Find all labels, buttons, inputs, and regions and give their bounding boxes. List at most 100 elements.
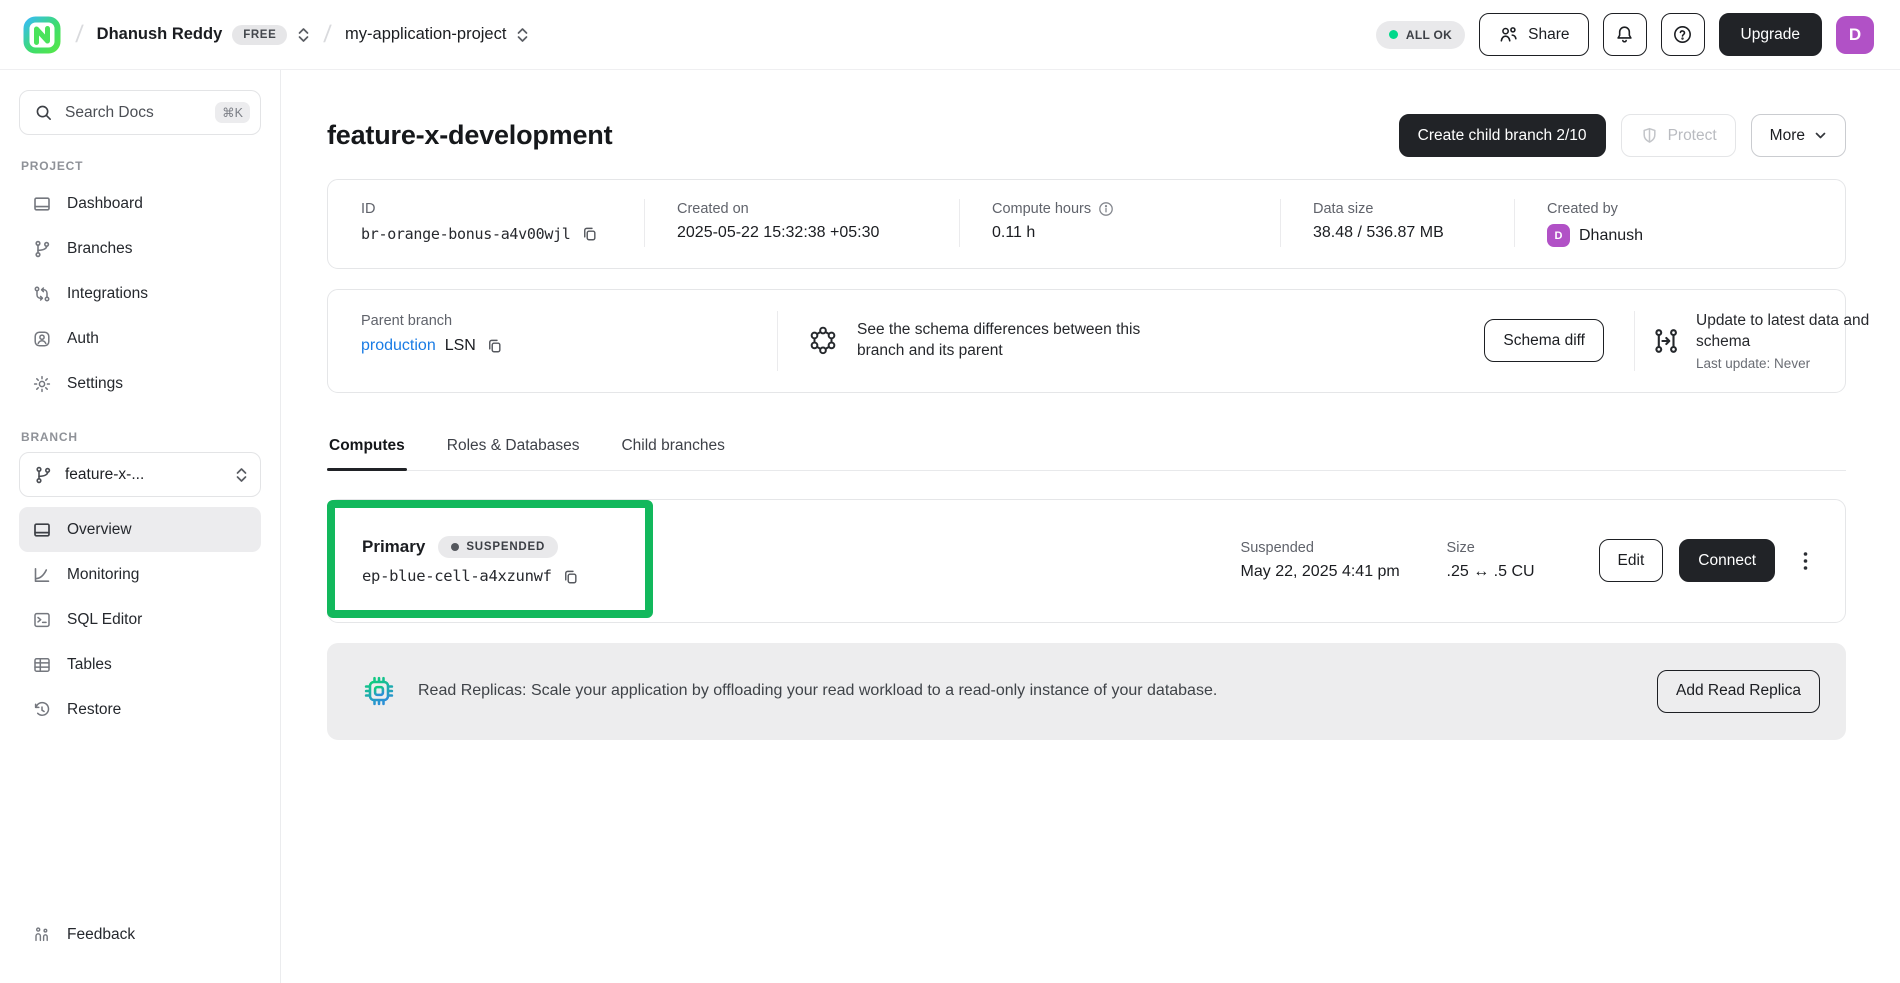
feedback-people-icon xyxy=(32,925,52,945)
status-badge[interactable]: ALL OK xyxy=(1376,21,1465,49)
overview-icon xyxy=(32,520,52,540)
search-shortcut-badge: ⌘K xyxy=(215,102,250,123)
chart-line-icon xyxy=(32,565,52,585)
sidebar-item-branches[interactable]: Branches xyxy=(19,226,261,271)
notifications-button[interactable] xyxy=(1603,13,1647,56)
org-breadcrumb[interactable]: Dhanush Reddy FREE xyxy=(97,25,311,45)
integrations-icon xyxy=(32,284,52,304)
protect-button-label: Protect xyxy=(1668,127,1717,145)
project-name: my-application-project xyxy=(345,25,506,44)
copy-branch-id-button[interactable] xyxy=(580,224,599,243)
suspended-dot xyxy=(451,543,459,551)
upgrade-button-label: Upgrade xyxy=(1741,26,1800,44)
branch-info-card: ID br-orange-bonus-a4v00wjl Created on 2… xyxy=(327,179,1846,269)
parent-branch-link[interactable]: production xyxy=(361,337,436,355)
sidebar-item-label: Feedback xyxy=(67,926,135,944)
sidebar-item-dashboard[interactable]: Dashboard xyxy=(19,181,261,226)
more-button[interactable]: More xyxy=(1751,114,1846,157)
id-label: ID xyxy=(361,201,612,217)
share-button[interactable]: Share xyxy=(1479,13,1588,56)
branch-id-value: br-orange-bonus-a4v00wjl xyxy=(361,225,571,243)
terminal-icon xyxy=(32,610,52,630)
bell-icon xyxy=(1614,24,1635,45)
reset-branch-icon xyxy=(1651,324,1681,358)
branch-selector[interactable]: feature-x-... xyxy=(19,452,261,497)
breadcrumb-divider: / xyxy=(323,21,333,49)
add-read-replica-button[interactable]: Add Read Replica xyxy=(1657,670,1820,713)
compute-menu-button[interactable] xyxy=(1791,541,1819,581)
sidebar-item-auth[interactable]: Auth xyxy=(19,316,261,361)
sidebar-item-sql-editor[interactable]: SQL Editor xyxy=(19,597,261,642)
sidebar-item-restore[interactable]: Restore xyxy=(19,687,261,732)
sidebar-item-feedback[interactable]: Feedback xyxy=(19,912,261,957)
compute-status-badge: SUSPENDED xyxy=(438,536,558,558)
tab-child-branches[interactable]: Child branches xyxy=(619,431,726,470)
sidebar-item-label: Restore xyxy=(67,701,121,719)
update-description: Update to latest data and schema xyxy=(1696,311,1900,353)
sidebar-item-label: Dashboard xyxy=(67,195,143,213)
sidebar-item-integrations[interactable]: Integrations xyxy=(19,271,261,316)
schema-diff-button-label: Schema diff xyxy=(1503,332,1585,350)
edit-compute-button[interactable]: Edit xyxy=(1599,539,1664,582)
help-button[interactable] xyxy=(1661,13,1705,56)
sidebar: Search Docs ⌘K PROJECT Dashboard Branche… xyxy=(0,70,281,983)
add-read-replica-label: Add Read Replica xyxy=(1676,682,1801,700)
more-button-label: More xyxy=(1770,127,1805,145)
data-size-value: 38.48 / 536.87 MB xyxy=(1313,224,1444,242)
main-content: feature-x-development Create child branc… xyxy=(281,70,1900,983)
endpoint-id: ep-blue-cell-a4xzunwf xyxy=(362,567,552,585)
neon-logo-icon[interactable] xyxy=(22,15,62,55)
history-clock-icon xyxy=(32,700,52,720)
read-replica-description: Read Replicas: Scale your application by… xyxy=(418,682,1636,700)
upgrade-button[interactable]: Upgrade xyxy=(1719,13,1822,56)
search-docs-input[interactable]: Search Docs ⌘K xyxy=(19,90,261,135)
create-child-branch-label: Create child branch 2/10 xyxy=(1418,127,1587,145)
created-by-value: Dhanush xyxy=(1579,227,1643,245)
people-icon xyxy=(1498,24,1519,45)
project-breadcrumb[interactable]: my-application-project xyxy=(345,25,529,44)
sidebar-item-label: Branches xyxy=(67,240,132,258)
parent-branch-card: Parent branch production LSN xyxy=(327,289,1846,393)
git-branch-icon xyxy=(33,465,53,485)
top-bar: / Dhanush Reddy FREE / my-application-pr… xyxy=(0,0,1900,70)
compute-hours-value: 0.11 h xyxy=(992,224,1035,242)
created-on-value: 2025-05-22 15:32:38 +05:30 xyxy=(677,224,879,242)
gear-icon xyxy=(32,374,52,394)
sidebar-item-label: Auth xyxy=(67,330,99,348)
cpu-chip-icon xyxy=(361,673,397,709)
user-avatar[interactable]: D xyxy=(1836,16,1874,54)
tab-computes[interactable]: Computes xyxy=(327,431,407,470)
create-child-branch-button[interactable]: Create child branch 2/10 xyxy=(1399,114,1606,157)
protect-button[interactable]: Protect xyxy=(1621,114,1736,157)
sidebar-item-label: Overview xyxy=(67,521,132,539)
sidebar-item-label: Tables xyxy=(67,656,112,674)
sidebar-item-tables[interactable]: Tables xyxy=(19,642,261,687)
sidebar-item-settings[interactable]: Settings xyxy=(19,361,261,406)
size-value: .25 ↔ .5 CU xyxy=(1447,563,1535,581)
sidebar-item-monitoring[interactable]: Monitoring xyxy=(19,552,261,597)
git-branch-icon xyxy=(32,239,52,259)
status-ok-dot xyxy=(1389,30,1398,39)
suspended-value: May 22, 2025 4:41 pm xyxy=(1241,563,1400,581)
compute-hours-label: Compute hours xyxy=(992,201,1091,217)
schema-diff-description: See the schema differences between this … xyxy=(857,320,1162,362)
tab-roles-databases[interactable]: Roles & Databases xyxy=(445,431,582,470)
status-badge-label: ALL OK xyxy=(1406,28,1452,42)
created-by-avatar: D xyxy=(1547,224,1570,247)
branch-selector-value: feature-x-... xyxy=(65,466,144,484)
copy-lsn-button[interactable] xyxy=(485,336,504,355)
copy-endpoint-id-button[interactable] xyxy=(561,567,580,586)
table-grid-icon xyxy=(32,655,52,675)
question-icon xyxy=(1672,24,1693,45)
sidebar-item-label: Monitoring xyxy=(67,566,139,584)
branch-section-label: BRANCH xyxy=(21,430,261,444)
sidebar-item-overview[interactable]: Overview xyxy=(19,507,261,552)
connect-button[interactable]: Connect xyxy=(1679,539,1775,582)
created-by-avatar-initial: D xyxy=(1555,230,1563,242)
connect-button-label: Connect xyxy=(1698,552,1756,570)
info-icon[interactable] xyxy=(1098,201,1114,217)
schema-diff-button[interactable]: Schema diff xyxy=(1484,319,1604,362)
search-icon xyxy=(34,103,53,122)
chevron-sort-icon xyxy=(297,26,310,44)
compute-row: Primary SUSPENDED ep-blue-cell-a4xzunwf … xyxy=(327,499,1846,623)
